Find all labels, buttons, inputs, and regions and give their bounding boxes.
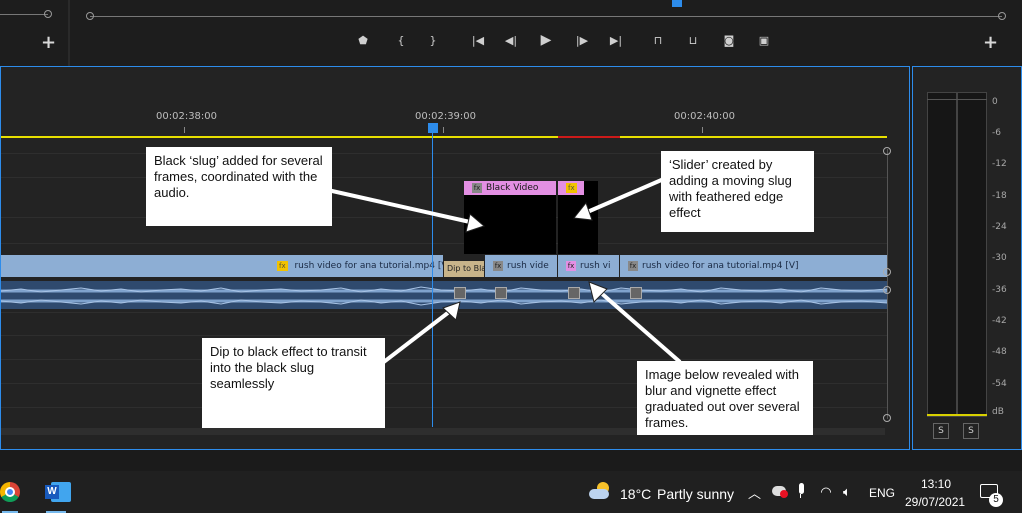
meter-peak-line xyxy=(927,99,987,100)
chrome-icon[interactable] xyxy=(0,482,20,502)
db-label: dB xyxy=(992,407,1004,417)
meter-right-channel xyxy=(957,92,987,417)
chevron-up-icon[interactable]: ︿ xyxy=(748,483,761,502)
meter-level-bar xyxy=(927,414,987,416)
db-label: -6 xyxy=(992,128,1001,138)
db-label: -36 xyxy=(992,285,1007,295)
word-icon[interactable]: W xyxy=(45,482,71,502)
db-label: -54 xyxy=(992,379,1007,389)
partly-sunny-icon[interactable] xyxy=(589,482,611,500)
taskbar: W 18°C Partly sunny ︿ ◜◝ 🔈︎ ENG 13:10 29… xyxy=(0,471,1022,513)
weather-condition[interactable]: Partly sunny xyxy=(657,486,734,502)
onedrive-icon[interactable] xyxy=(772,486,788,498)
clock-date[interactable]: 29/07/2021 xyxy=(905,495,965,509)
db-label: -30 xyxy=(992,253,1007,263)
audio-meter-panel: 0 -6 -12 -18 -24 -30 -36 -42 -48 -54 dB … xyxy=(912,66,1022,450)
microphone-icon[interactable] xyxy=(797,483,805,499)
meter-left-channel xyxy=(927,92,957,417)
weather-temperature[interactable]: 18°C xyxy=(620,486,651,502)
db-label: -18 xyxy=(992,191,1007,201)
db-label: -42 xyxy=(992,316,1007,326)
db-label: -24 xyxy=(992,222,1007,232)
db-label: -12 xyxy=(992,159,1007,169)
annotation-arrows xyxy=(291,176,682,386)
db-label: -48 xyxy=(992,347,1007,357)
db-label: 0 xyxy=(992,97,998,107)
clock-time[interactable]: 13:10 xyxy=(921,477,951,491)
language-indicator[interactable]: ENG xyxy=(869,486,895,500)
notification-count-badge: 5 xyxy=(989,493,1003,507)
speaker-icon[interactable]: 🔈︎ xyxy=(843,484,851,500)
wifi-icon[interactable]: ◜◝ xyxy=(821,484,831,500)
solo-right-button[interactable]: S xyxy=(963,423,979,439)
solo-left-button[interactable]: S xyxy=(933,423,949,439)
